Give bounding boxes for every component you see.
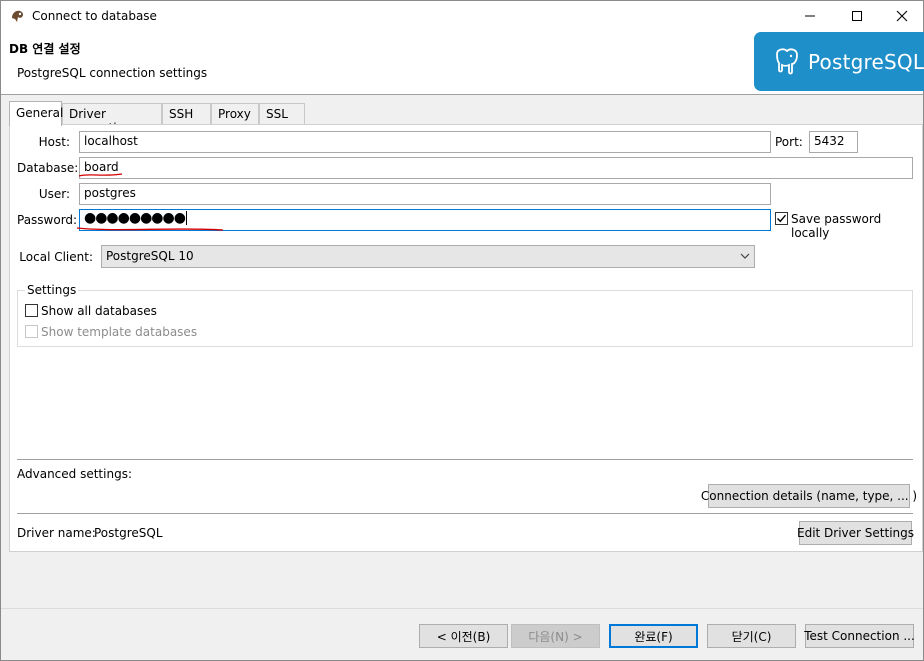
back-button[interactable]: < 이전(B) bbox=[419, 624, 508, 648]
local-client-select[interactable]: PostgreSQL 10 bbox=[101, 245, 755, 268]
show-all-databases-checkbox[interactable] bbox=[25, 304, 38, 317]
database-label: Database: bbox=[17, 161, 79, 175]
tab-proxy[interactable]: Proxy bbox=[211, 103, 259, 125]
driver-name-label: Driver name: bbox=[17, 526, 96, 540]
show-template-databases-label: Show template databases bbox=[41, 325, 198, 339]
settings-group-title: Settings bbox=[25, 283, 79, 297]
show-template-databases-checkbox[interactable] bbox=[25, 325, 38, 338]
close-button[interactable]: 닫기(C) bbox=[707, 624, 796, 648]
elephant-icon bbox=[776, 47, 798, 74]
user-label: User: bbox=[38, 187, 70, 201]
text-cursor bbox=[185, 211, 187, 225]
logo-text: PostgreSQL bbox=[808, 49, 924, 74]
save-password-label: Save password locally bbox=[791, 212, 882, 240]
password-underline-annotation bbox=[76, 227, 224, 231]
close-icon bbox=[896, 10, 908, 22]
checkmark-icon bbox=[777, 214, 787, 223]
tab-ssl[interactable]: SSL bbox=[259, 103, 305, 125]
database-underline-annotation bbox=[78, 173, 123, 177]
password-label: Password: bbox=[17, 213, 78, 227]
minimize-icon bbox=[805, 15, 815, 17]
next-button[interactable]: 다음(N) > bbox=[511, 624, 600, 648]
title-bar: Connect to database bbox=[1, 1, 923, 32]
window-title: Connect to database bbox=[32, 9, 157, 23]
footer-separator bbox=[1, 608, 923, 609]
database-input[interactable]: board bbox=[79, 157, 913, 179]
dialog-subtitle: PostgreSQL connection settings bbox=[17, 66, 208, 80]
password-masked-value: ●●●●●●●●● bbox=[84, 210, 186, 226]
host-input[interactable]: localhost bbox=[79, 131, 771, 153]
minimize-button[interactable] bbox=[787, 1, 833, 31]
close-window-button[interactable] bbox=[879, 1, 924, 31]
dialog-header: DB 연결 설정 PostgreSQL connection settings … bbox=[1, 32, 924, 95]
tab-ssh[interactable]: SSH bbox=[162, 103, 211, 125]
port-label: Port: bbox=[775, 135, 803, 149]
tab-driver-properties[interactable]: Driver properties bbox=[62, 103, 162, 135]
tab-general[interactable]: General bbox=[9, 101, 63, 126]
local-client-label: Local Client: bbox=[19, 250, 93, 264]
connect-dialog: Connect to database DB 연결 설정 PostgreSQL … bbox=[0, 0, 924, 661]
user-input[interactable]: postgres bbox=[79, 183, 771, 205]
save-password-checkbox[interactable] bbox=[775, 212, 788, 225]
driver-name-value: PostgreSQL bbox=[94, 526, 163, 540]
host-label: Host: bbox=[38, 135, 70, 149]
maximize-icon bbox=[852, 11, 862, 21]
advanced-settings-label: Advanced settings: bbox=[17, 467, 132, 481]
chevron-down-icon bbox=[740, 253, 750, 259]
dialog-title: DB 연결 설정 bbox=[9, 42, 81, 56]
connection-details-button[interactable]: Connection details (name, type, ... ) bbox=[701, 484, 917, 508]
edit-driver-settings-button[interactable]: Edit Driver Settings bbox=[797, 521, 914, 545]
port-input[interactable]: 5432 bbox=[809, 131, 858, 153]
advanced-separator bbox=[17, 459, 913, 460]
finish-button[interactable]: 완료(F) bbox=[609, 624, 698, 648]
local-client-value: PostgreSQL 10 bbox=[106, 249, 194, 263]
maximize-button[interactable] bbox=[834, 1, 880, 31]
postgresql-logo: PostgreSQL bbox=[754, 32, 924, 91]
driver-separator bbox=[17, 513, 913, 514]
test-connection-button[interactable]: Test Connection ... bbox=[804, 624, 915, 648]
dbeaver-app-icon bbox=[10, 9, 25, 24]
show-all-databases-label: Show all databases bbox=[41, 304, 157, 318]
